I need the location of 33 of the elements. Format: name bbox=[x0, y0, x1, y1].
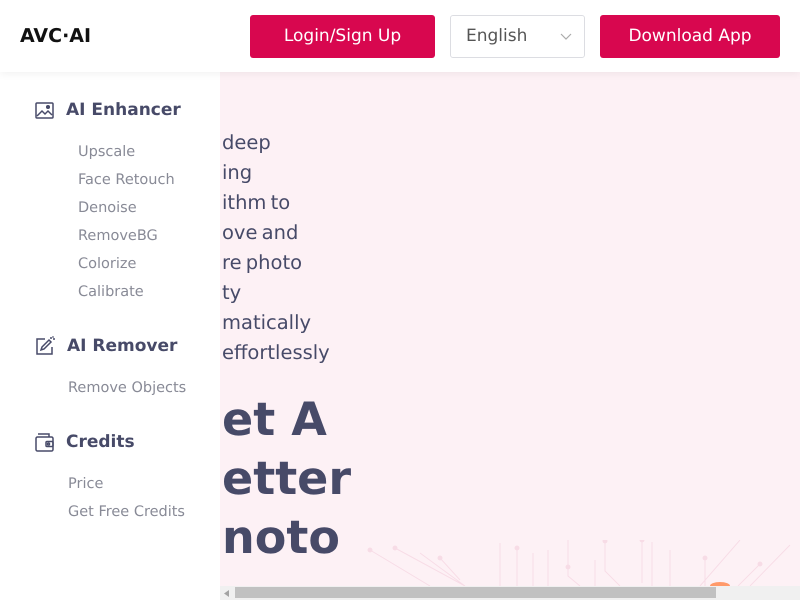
image-icon bbox=[35, 102, 54, 118]
sidebar-item[interactable]: Calibrate bbox=[78, 278, 144, 306]
sidebar-item[interactable]: Face Retouch bbox=[78, 166, 175, 194]
wallet-icon bbox=[35, 432, 54, 452]
sidebar-section-title[interactable]: Credits bbox=[66, 432, 135, 452]
description-line: ithm to bbox=[222, 190, 290, 216]
description-line: ove and bbox=[222, 220, 298, 246]
sidebar-item[interactable]: RemoveBG bbox=[78, 222, 158, 250]
sidebar-section-title[interactable]: AI Remover bbox=[67, 336, 178, 356]
sidebar-item[interactable]: Colorize bbox=[78, 250, 136, 278]
headline-line: et A bbox=[222, 391, 327, 448]
sidebar-section-title[interactable]: AI Enhancer bbox=[66, 100, 181, 120]
description-line: deep bbox=[222, 130, 271, 156]
sidebar-item[interactable]: Get Free Credits bbox=[68, 498, 185, 526]
chevron-down-icon bbox=[560, 32, 572, 40]
logo[interactable]: AVC·AI bbox=[20, 25, 92, 47]
language-select[interactable]: English bbox=[450, 14, 585, 58]
description-line: ty bbox=[222, 280, 242, 306]
download-app-button[interactable]: Download App bbox=[600, 14, 780, 58]
headline-line: noto bbox=[222, 509, 340, 566]
description-line: effortlessly bbox=[222, 340, 330, 366]
description-line: re photo bbox=[222, 250, 302, 276]
horizontal-scrollbar[interactable] bbox=[220, 586, 800, 600]
description-line: matically bbox=[222, 310, 312, 336]
magic-pen-icon bbox=[35, 336, 55, 356]
sidebar-item[interactable]: Denoise bbox=[78, 194, 137, 222]
login-button[interactable]: Login/Sign Up bbox=[250, 14, 435, 58]
sidebar-item[interactable]: Upscale bbox=[78, 138, 136, 166]
sidebar-item[interactable]: Price bbox=[68, 470, 104, 498]
sidebar-item[interactable]: Remove Objects bbox=[68, 374, 186, 402]
description-line: ing bbox=[222, 160, 252, 186]
scroll-left-icon[interactable] bbox=[224, 590, 229, 596]
headline-line: etter bbox=[222, 450, 352, 507]
